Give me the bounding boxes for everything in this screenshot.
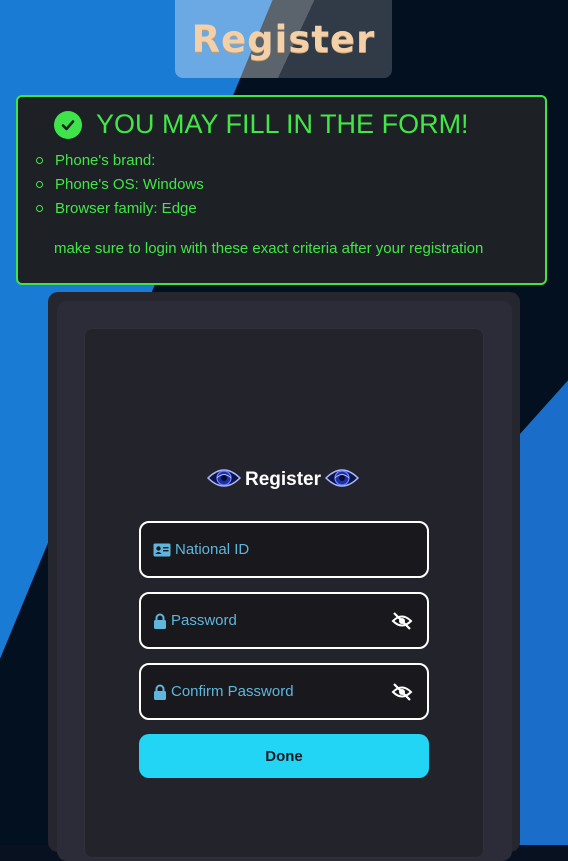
criteria-item-brand: Phone's brand: xyxy=(36,152,204,176)
national-id-field[interactable]: National ID xyxy=(139,521,429,578)
notice-header: YOU MAY FILL IN THE FORM! xyxy=(54,109,469,140)
notice-note: make sure to login with these exact crit… xyxy=(54,240,484,257)
notice-panel: YOU MAY FILL IN THE FORM! Phone's brand:… xyxy=(16,95,547,285)
header-title-box: Register xyxy=(175,0,392,78)
password-field[interactable]: Password xyxy=(139,592,429,649)
criteria-list: Phone's brand: Phone's OS: Windows Brows… xyxy=(36,152,204,224)
notice-title: YOU MAY FILL IN THE FORM! xyxy=(96,109,469,139)
eye-off-icon[interactable] xyxy=(391,612,413,634)
eye-off-icon[interactable] xyxy=(391,683,413,705)
criteria-item-browser: Browser family: Edge xyxy=(36,200,204,224)
password-placeholder: Password xyxy=(171,612,237,629)
id-card-icon xyxy=(153,543,171,557)
header-title: Register xyxy=(191,17,376,61)
form-title-row: Register xyxy=(206,465,360,496)
national-id-placeholder: National ID xyxy=(175,541,250,558)
lock-icon xyxy=(153,613,167,629)
done-button[interactable]: Done xyxy=(139,734,429,778)
criteria-item-os: Phone's OS: Windows xyxy=(36,176,204,200)
form-title: Register xyxy=(244,469,322,490)
confirm-password-field[interactable]: Confirm Password xyxy=(139,663,429,720)
eye-icon xyxy=(206,465,242,496)
confirm-password-placeholder: Confirm Password xyxy=(171,683,294,700)
lock-icon xyxy=(153,684,167,700)
check-circle-icon xyxy=(54,110,82,139)
eye-icon xyxy=(324,465,360,496)
